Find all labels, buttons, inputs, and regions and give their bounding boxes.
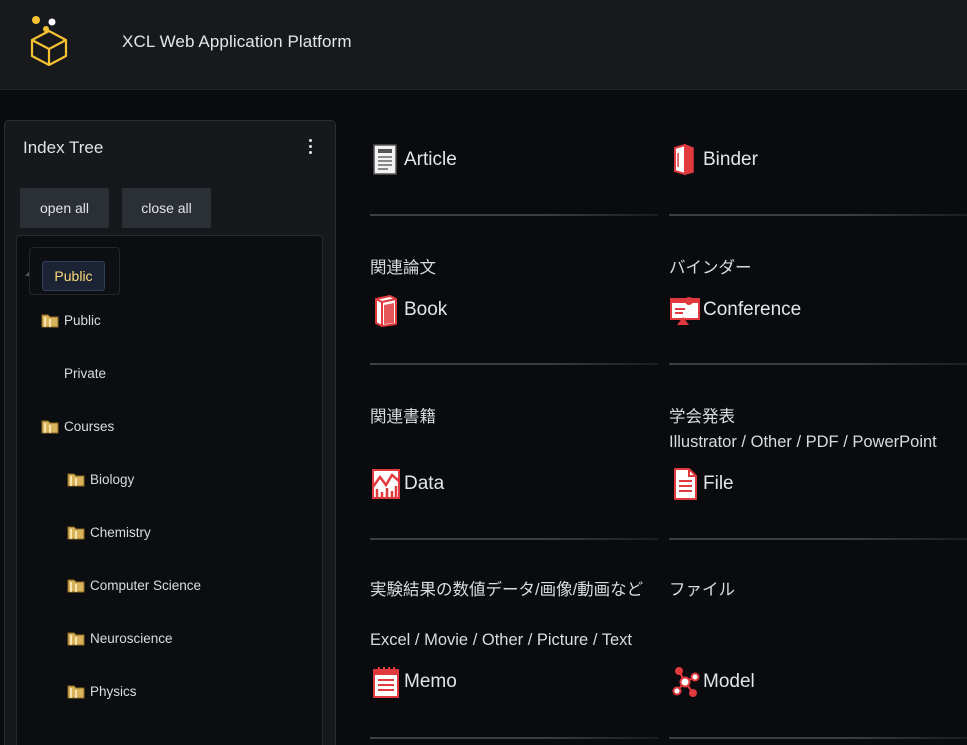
open-all-button[interactable]: open all — [20, 188, 109, 228]
tree-item-computer-science[interactable]: Computer Science — [67, 574, 201, 596]
more-options-icon[interactable] — [303, 135, 317, 157]
tree-item-label: Public — [64, 312, 101, 328]
item-type-label: Conference — [703, 299, 802, 320]
folder-icon — [67, 632, 85, 646]
item-type-label: Data — [404, 473, 445, 494]
item-type-label: File — [703, 473, 734, 494]
top-navbar: XCL Web Application Platform — [0, 0, 967, 90]
memo-icon — [373, 667, 399, 698]
article-icon — [373, 144, 397, 175]
tree-item-label: Computer Science — [90, 577, 202, 593]
tree-item-private[interactable]: Private — [41, 362, 106, 384]
item-type-label: Binder — [703, 149, 758, 170]
item-type-description: 実験結果の数値データ/画像/動画など — [370, 581, 644, 599]
item-type-label: Article — [404, 149, 457, 170]
item-type-subtypes: Illustrator / Other / PDF / PowerPoint — [669, 433, 937, 451]
item-type-label: Model — [703, 671, 755, 692]
separator — [370, 737, 658, 739]
folder-icon — [67, 526, 85, 540]
tree-item-public[interactable]: Public — [41, 309, 101, 331]
item-type-conference[interactable]: Conference — [669, 293, 801, 327]
tree-item-label: Chemistry — [90, 524, 151, 540]
tree-item-label: Neuroscience — [90, 630, 173, 646]
item-type-description: 学会発表 — [669, 408, 735, 426]
separator — [669, 214, 967, 216]
item-type-description: バインダー — [669, 259, 752, 277]
data-icon — [371, 469, 400, 499]
item-type-subtypes: Excel / Movie / Other / Picture / Text — [370, 631, 632, 649]
app-title[interactable]: XCL Web Application Platform — [122, 32, 352, 52]
folder-icon — [67, 473, 85, 487]
tree-item-chemistry[interactable]: Chemistry — [67, 521, 151, 543]
close-all-button[interactable]: close all — [122, 188, 211, 228]
folder-icon — [41, 420, 59, 434]
separator — [370, 214, 658, 216]
item-type-book[interactable]: Book — [370, 293, 447, 327]
tree-item-label: Biology — [90, 471, 135, 487]
cube-dots-logo-icon[interactable] — [28, 14, 70, 66]
item-type-label: Book — [404, 299, 448, 320]
item-type-description: ファイル — [669, 581, 735, 599]
folder-icon — [67, 579, 85, 593]
item-type-data[interactable]: Data — [370, 467, 444, 501]
tree-item-physics[interactable]: Physics — [67, 680, 137, 702]
tree-item-neuroscience[interactable]: Neuroscience — [67, 627, 173, 649]
separator — [669, 737, 967, 739]
expand-toggle-icon[interactable] — [25, 272, 29, 276]
tree-item-label: Courses — [64, 418, 115, 434]
separator — [669, 538, 967, 540]
tree-item-label: Physics — [90, 683, 137, 699]
separator — [669, 363, 967, 365]
tab-bar: Public — [29, 247, 120, 295]
item-type-description: 関連書籍 — [370, 408, 436, 426]
binder-icon — [674, 143, 694, 176]
tree-item-courses[interactable]: Courses — [41, 415, 114, 437]
item-type-memo[interactable]: Memo — [370, 665, 457, 699]
tree-item-label: Private — [64, 365, 107, 381]
item-type-article[interactable]: Article — [370, 143, 457, 177]
book-icon — [375, 295, 397, 327]
conference-icon — [670, 297, 700, 325]
item-type-description: 関連論文 — [370, 259, 436, 277]
separator — [370, 538, 658, 540]
index-tree-title: Index Tree — [23, 138, 104, 157]
item-type-label: Memo — [404, 671, 457, 692]
folder-icon — [41, 314, 59, 328]
item-type-binder[interactable]: Binder — [669, 143, 758, 177]
item-type-model[interactable]: Model — [669, 665, 755, 699]
tab-public[interactable]: Public — [42, 261, 105, 291]
folder-icon — [67, 685, 85, 699]
item-type-file[interactable]: File — [669, 467, 734, 501]
separator — [370, 363, 658, 365]
file-icon — [674, 468, 697, 500]
model-icon — [672, 667, 700, 697]
tree-item-biology[interactable]: Biology — [67, 468, 134, 490]
